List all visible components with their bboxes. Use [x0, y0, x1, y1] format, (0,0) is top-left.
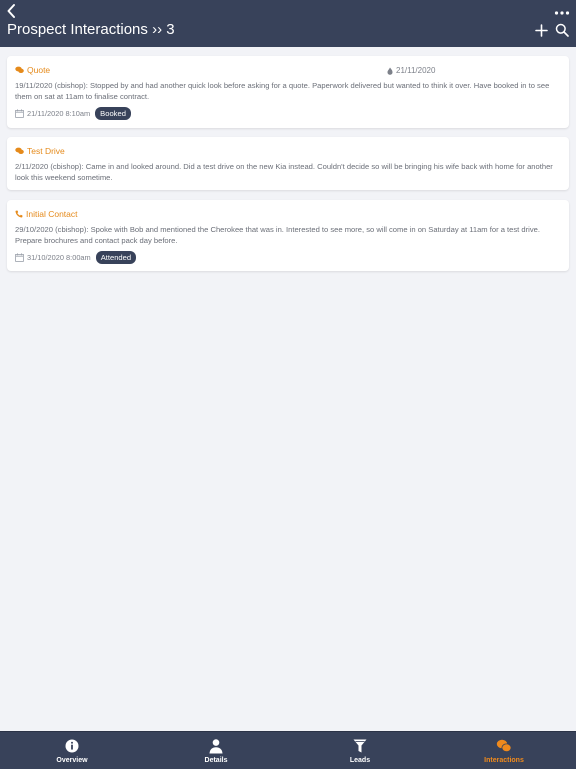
- add-interaction-button[interactable]: [535, 24, 548, 37]
- funnel-icon: [353, 739, 367, 753]
- interaction-type-label: Initial Contact: [26, 209, 78, 219]
- bottom-tab-bar: Overview Details Leads Interactions: [0, 731, 576, 769]
- tab-interactions-label: Interactions: [484, 757, 524, 764]
- plus-icon: [535, 24, 548, 37]
- flame-icon: [387, 67, 393, 75]
- quote-expiry-date: 21/11/2020: [387, 65, 435, 76]
- tab-overview-label: Overview: [56, 757, 88, 764]
- appointment-row: 31/10/2020 8:00am Attended: [15, 251, 137, 264]
- quote-expiry-date-text: 21/11/2020: [396, 66, 436, 75]
- ellipsis-icon: [554, 11, 570, 15]
- interaction-card-initial-contact[interactable]: Initial Contact 29/10/2020 (cbishop): Sp…: [7, 200, 569, 271]
- interaction-type: Initial Contact: [15, 208, 78, 220]
- interaction-type: Quote: [15, 64, 50, 76]
- chevron-left-icon: [7, 4, 15, 18]
- tab-details[interactable]: Details: [144, 732, 288, 769]
- interaction-card-test-drive[interactable]: Test Drive 2/11/2020 (cbishop): Came in …: [7, 137, 569, 190]
- tab-overview[interactable]: Overview: [0, 732, 144, 769]
- appointment-datetime: 31/10/2020 8:00am: [27, 253, 91, 262]
- interaction-type: Test Drive: [15, 145, 65, 157]
- interaction-notes: 29/10/2020 (cbishop): Spoke with Bob and…: [15, 225, 540, 245]
- back-button[interactable]: [5, 2, 19, 20]
- search-button[interactable]: [555, 23, 569, 37]
- status-badge: Booked: [95, 107, 131, 120]
- chat-bubbles-icon: [496, 739, 512, 753]
- top-navigation-bar: Prospect Interactions ›› 3: [0, 0, 576, 47]
- tab-leads-label: Leads: [349, 757, 371, 764]
- phone-icon: [15, 210, 23, 218]
- search-icon: [555, 23, 569, 37]
- tab-interactions[interactable]: Interactions: [432, 732, 576, 769]
- appointment-datetime: 21/11/2020 8:10am: [27, 109, 91, 118]
- calendar-icon: [15, 109, 24, 118]
- status-badge: Attended: [95, 251, 137, 264]
- more-options-button[interactable]: [554, 5, 570, 15]
- page-title: Prospect Interactions ›› 3: [7, 21, 175, 38]
- person-icon: [209, 739, 223, 754]
- chat-bubbles-icon: [15, 147, 24, 154]
- interaction-notes: 19/11/2020 (cbishop): Stopped by and had…: [15, 81, 550, 101]
- interaction-notes: 2/11/2020 (cbishop): Came in and looked …: [15, 162, 553, 182]
- appointment-row: 21/11/2020 8:10am Booked: [15, 107, 131, 120]
- tab-leads[interactable]: Leads: [288, 732, 432, 769]
- interaction-type-label: Test Drive: [27, 146, 65, 156]
- interaction-type-label: Quote: [27, 65, 51, 75]
- tab-details-label: Details: [204, 757, 228, 764]
- calendar-icon: [15, 253, 24, 262]
- interaction-card-quote[interactable]: Quote 21/11/2020 19/11/2020 (cbishop): S…: [7, 56, 569, 128]
- info-icon: [65, 739, 79, 753]
- chat-bubbles-icon: [15, 66, 24, 73]
